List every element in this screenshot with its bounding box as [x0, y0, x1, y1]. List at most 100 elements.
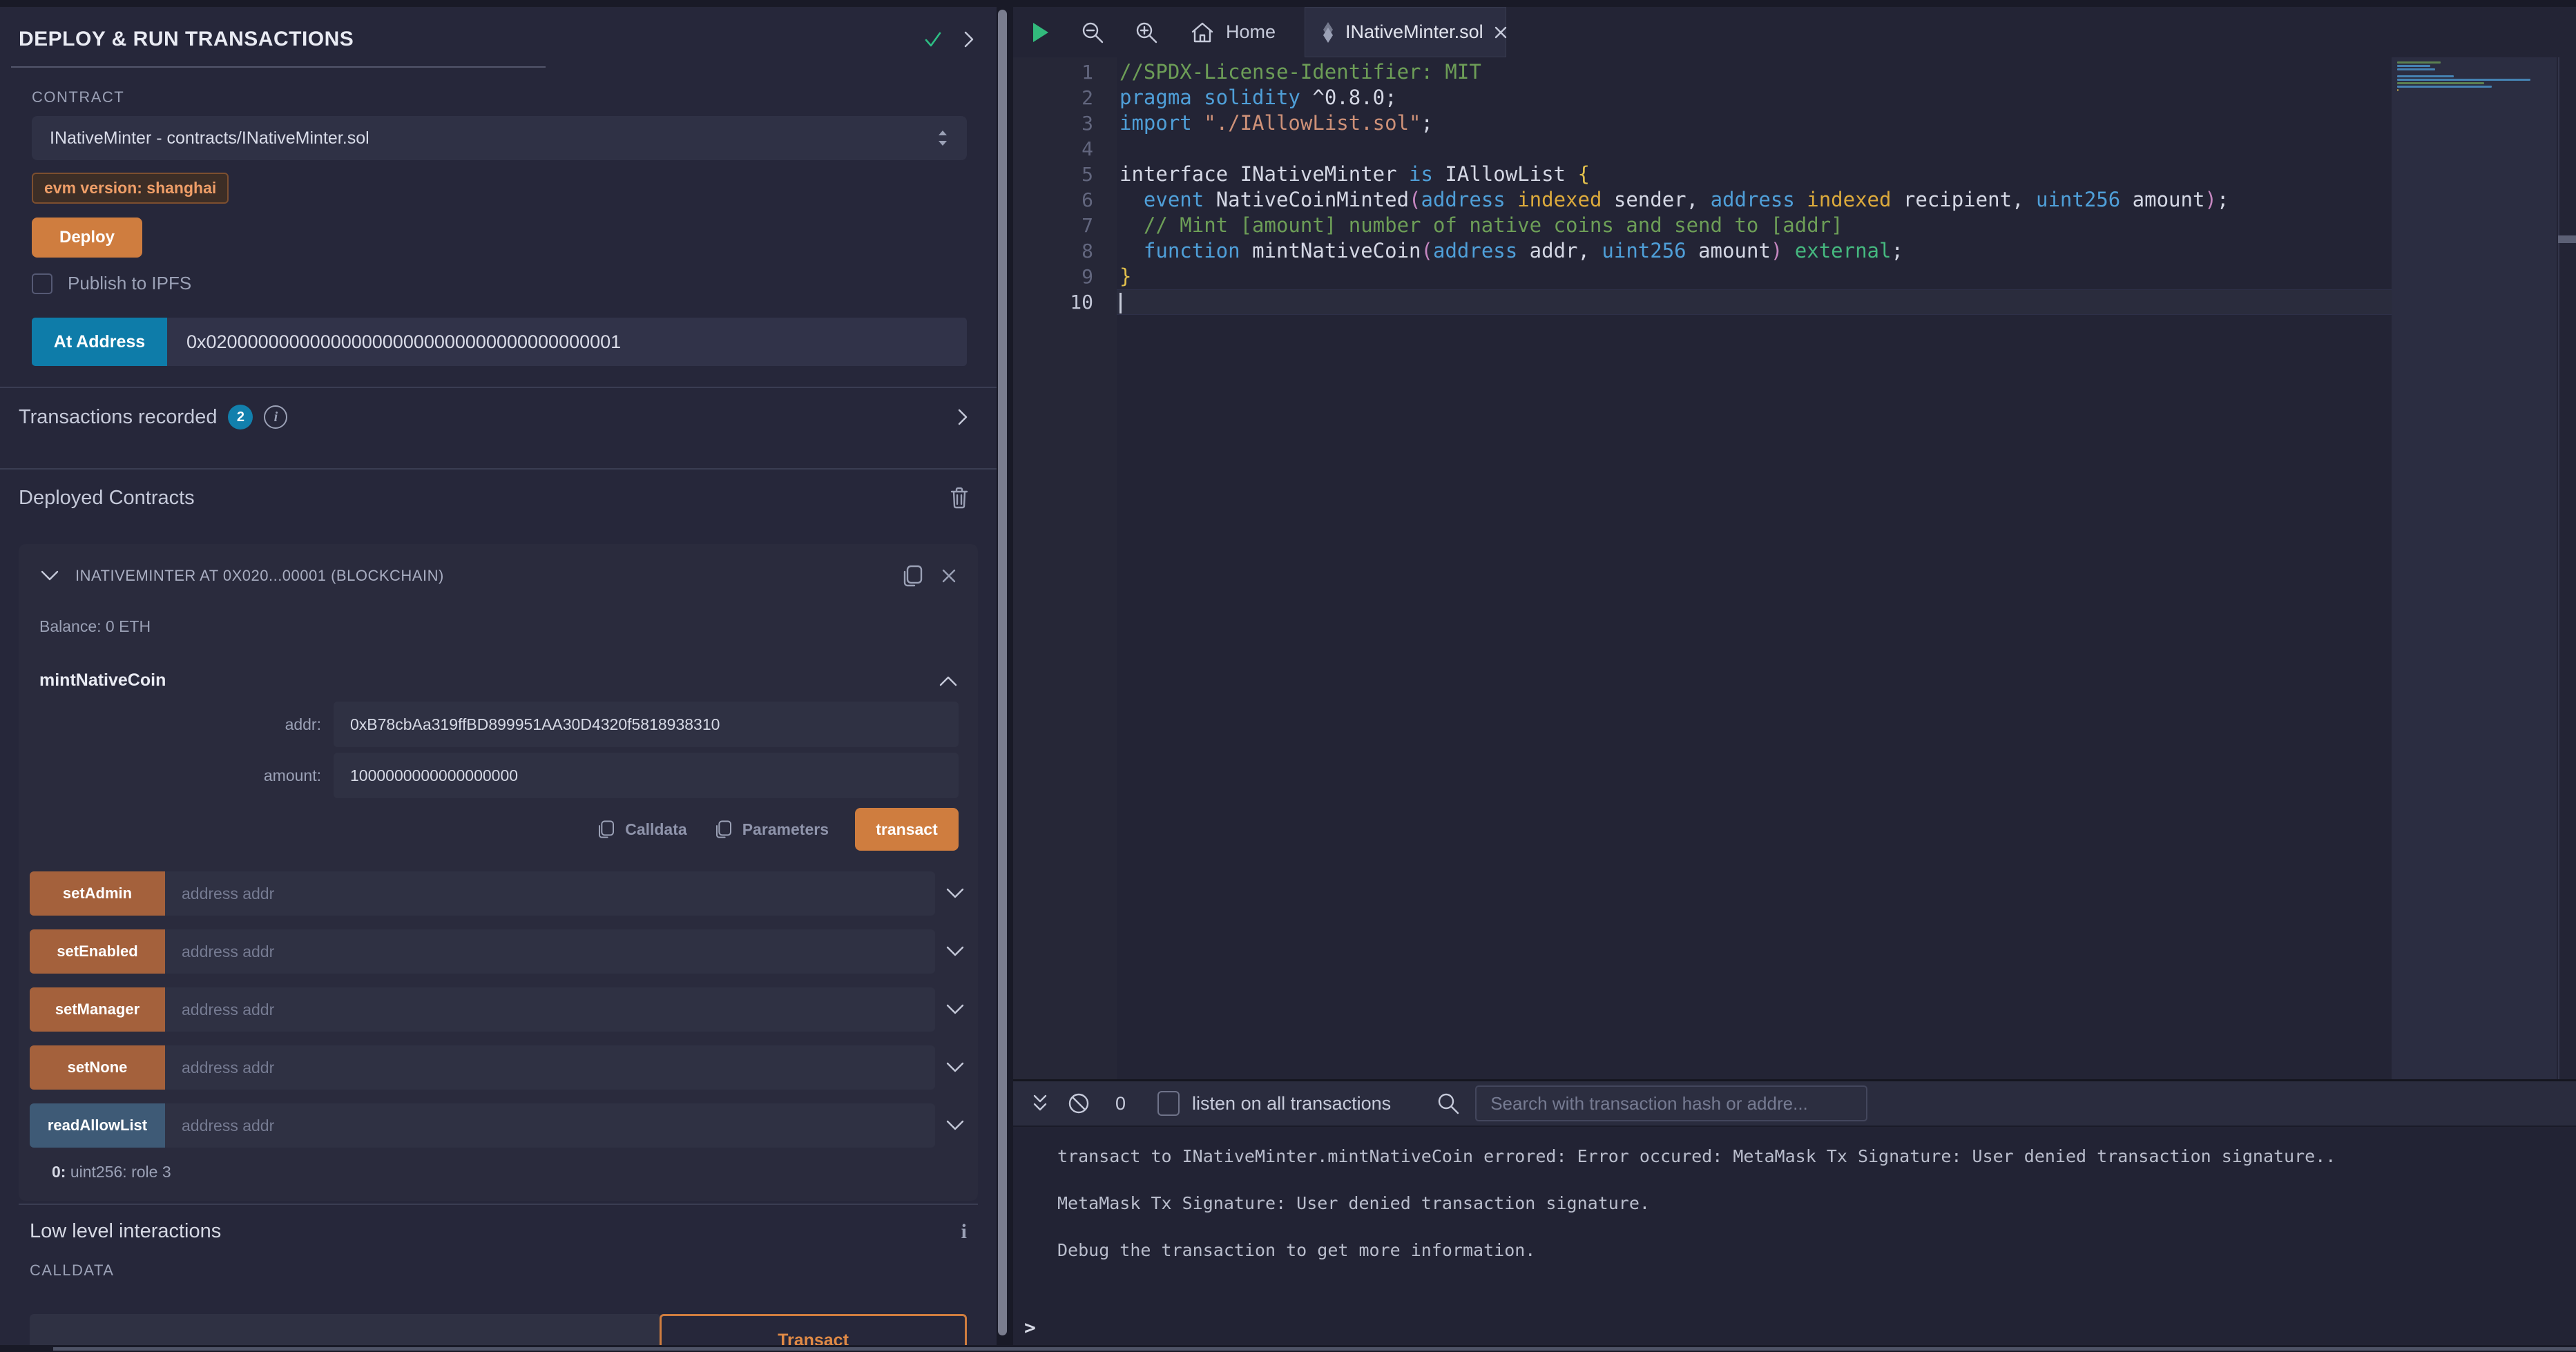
- expand-function-chevron-icon[interactable]: [945, 887, 965, 900]
- close-tab-icon[interactable]: [1493, 25, 1508, 40]
- at-address-input[interactable]: [167, 318, 967, 366]
- low-level-transact-button[interactable]: Transact: [660, 1314, 967, 1345]
- copy-parameters-button[interactable]: Parameters: [713, 818, 829, 841]
- code-line[interactable]: 1//SPDX-License-Identifier: MIT: [1013, 59, 2392, 85]
- function-call-button[interactable]: readAllowList: [30, 1103, 165, 1148]
- code-lines: 1//SPDX-License-Identifier: MIT2pragma s…: [1013, 59, 2392, 315]
- search-icon: [1436, 1092, 1460, 1115]
- panel-scrollbar[interactable]: [998, 10, 1007, 1335]
- calldata-label: CALLDATA: [30, 1262, 967, 1279]
- function-collapse-chevron-up-icon[interactable]: [938, 674, 959, 688]
- function-call-button[interactable]: setManager: [30, 987, 165, 1032]
- code-line[interactable]: 9}: [1013, 264, 2392, 289]
- clear-contracts-trash-icon[interactable]: [949, 486, 970, 510]
- code-line[interactable]: 6 event NativeCoinMinted(address indexed…: [1013, 187, 2392, 213]
- calldata-input[interactable]: [30, 1314, 661, 1345]
- function-call-button[interactable]: setAdmin: [30, 871, 165, 916]
- editor-toolbar: Home INativeMinter.sol: [1013, 7, 2576, 57]
- tab-home[interactable]: Home: [1190, 21, 1276, 44]
- code-line[interactable]: 8 function mintNativeCoin(address addr, …: [1013, 238, 2392, 264]
- function-arg-input[interactable]: [165, 1045, 935, 1090]
- editor-region: Home INativeMinter.sol 1//SPDX-License-I…: [1013, 7, 2576, 1079]
- code-editor[interactable]: 1//SPDX-License-Identifier: MIT2pragma s…: [1013, 57, 2576, 1079]
- function-return-value: 0: uint256: role 3: [19, 1163, 978, 1181]
- copy-address-icon[interactable]: [901, 562, 925, 590]
- contract-select-value: INativeMinter - contracts/INativeMinter.…: [50, 128, 936, 148]
- transactions-count-badge: 2: [228, 405, 253, 429]
- clear-console-ban-icon[interactable]: [1067, 1092, 1090, 1115]
- code-line[interactable]: 10: [1013, 289, 2392, 315]
- param-label: addr:: [285, 715, 334, 734]
- editor-scrollbar-thumb[interactable]: [2558, 235, 2576, 243]
- pending-transactions-count: 0: [1115, 1093, 1126, 1114]
- transactions-expand-chevron-icon[interactable]: [957, 407, 969, 427]
- contract-collapse-chevron-icon[interactable]: [39, 569, 60, 583]
- tab-inativeminter-sol[interactable]: INativeMinter.sol: [1305, 7, 1506, 57]
- run-script-play-icon[interactable]: [1031, 21, 1050, 44]
- expand-function-chevron-icon[interactable]: [945, 1061, 965, 1074]
- function-arg-input[interactable]: [165, 1103, 935, 1148]
- terminal-log-line: Debug the transaction to get more inform…: [1057, 1240, 2562, 1260]
- open-function-name: mintNativeCoin: [39, 670, 938, 691]
- remove-contract-close-icon[interactable]: [941, 568, 957, 584]
- function-arg-input[interactable]: [165, 929, 935, 974]
- home-tab-label: Home: [1226, 21, 1276, 43]
- contract-select[interactable]: INativeMinter - contracts/INativeMinter.…: [32, 116, 967, 160]
- horizontal-scrollbar[interactable]: [53, 1347, 2576, 1351]
- terminal-log-line: MetaMask Tx Signature: User denied trans…: [1057, 1193, 2562, 1213]
- editor-minimap[interactable]: [2392, 57, 2557, 1079]
- copy-calldata-button[interactable]: Calldata: [596, 818, 686, 841]
- at-address-button[interactable]: At Address: [32, 318, 167, 366]
- deployed-contracts-section: Deployed Contracts INATIVEMINTER AT 0X02…: [0, 470, 997, 1201]
- transactions-recorded-row[interactable]: Transactions recorded 2 i: [0, 388, 997, 447]
- editor-scrollbar-track[interactable]: [2558, 57, 2576, 1079]
- param-input[interactable]: [334, 702, 959, 747]
- environment-ok-check-icon: [922, 28, 944, 50]
- terminal-search-input[interactable]: [1475, 1085, 1867, 1121]
- function-call-button[interactable]: setEnabled: [30, 929, 165, 974]
- function-param-row: addr:: [39, 702, 959, 747]
- expand-function-chevron-icon[interactable]: [945, 1003, 965, 1016]
- deploy-button[interactable]: Deploy: [32, 218, 142, 258]
- low-level-section: Low level interactions i CALLDATA Transa…: [0, 1205, 997, 1345]
- code-line[interactable]: 2pragma solidity ^0.8.0;: [1013, 85, 2392, 110]
- function-arg-input[interactable]: [165, 871, 935, 916]
- panel-expand-chevron-icon[interactable]: [962, 28, 976, 50]
- zoom-in-icon[interactable]: [1135, 21, 1158, 44]
- code-line[interactable]: 7 // Mint [amount] number of native coin…: [1013, 213, 2392, 238]
- code-line[interactable]: 4: [1013, 136, 2392, 162]
- low-level-info-icon: i: [961, 1220, 967, 1244]
- deployed-contract-card: INATIVEMINTER AT 0X020...00001 (BLOCKCHA…: [19, 544, 978, 1201]
- param-input[interactable]: [334, 753, 959, 798]
- deployed-contract-title: INATIVEMINTER AT 0X020...00001 (BLOCKCHA…: [75, 567, 885, 585]
- deploy-section: CONTRACT INativeMinter - contracts/INati…: [0, 68, 997, 366]
- minimap-code: [2392, 57, 2557, 95]
- function-row: setEnabled: [30, 929, 967, 974]
- listen-transactions-checkbox[interactable]: [1157, 1091, 1180, 1116]
- function-arg-input[interactable]: [165, 987, 935, 1032]
- collapse-terminal-double-chevron-icon[interactable]: [1031, 1092, 1049, 1114]
- terminal-prompt[interactable]: >: [1024, 1316, 1036, 1339]
- active-tab-label: INativeMinter.sol: [1345, 21, 1483, 43]
- contract-label: CONTRACT: [32, 88, 967, 106]
- zoom-out-icon[interactable]: [1081, 21, 1104, 44]
- text-cursor: [1119, 293, 1122, 313]
- code-line[interactable]: 3import "./IAllowList.sol";: [1013, 110, 2392, 136]
- transactions-recorded-label: Transactions recorded: [19, 406, 217, 429]
- publish-ipfs-checkbox[interactable]: [32, 273, 52, 294]
- deploy-run-panel: DEPLOY & RUN TRANSACTIONS CONTRACT INati…: [0, 7, 997, 1345]
- expand-function-chevron-icon[interactable]: [945, 945, 965, 958]
- terminal-toolbar: 0 listen on all transactions: [1013, 1081, 2576, 1127]
- publish-ipfs-label: Publish to IPFS: [68, 273, 191, 294]
- transact-button[interactable]: transact: [855, 808, 959, 851]
- function-param-row: amount:: [39, 753, 959, 798]
- terminal-region: 0 listen on all transactions transact to…: [1013, 1079, 2576, 1345]
- function-call-button[interactable]: setNone: [30, 1045, 165, 1090]
- function-row: setManager: [30, 987, 967, 1032]
- contract-balance: Balance: 0 ETH: [19, 617, 978, 636]
- low-level-title: Low level interactions: [30, 1220, 221, 1243]
- info-icon: i: [264, 405, 287, 429]
- code-line[interactable]: 5interface INativeMinter is IAllowList {: [1013, 162, 2392, 187]
- select-sort-arrows-icon: [936, 128, 949, 148]
- expand-function-chevron-icon[interactable]: [945, 1119, 965, 1132]
